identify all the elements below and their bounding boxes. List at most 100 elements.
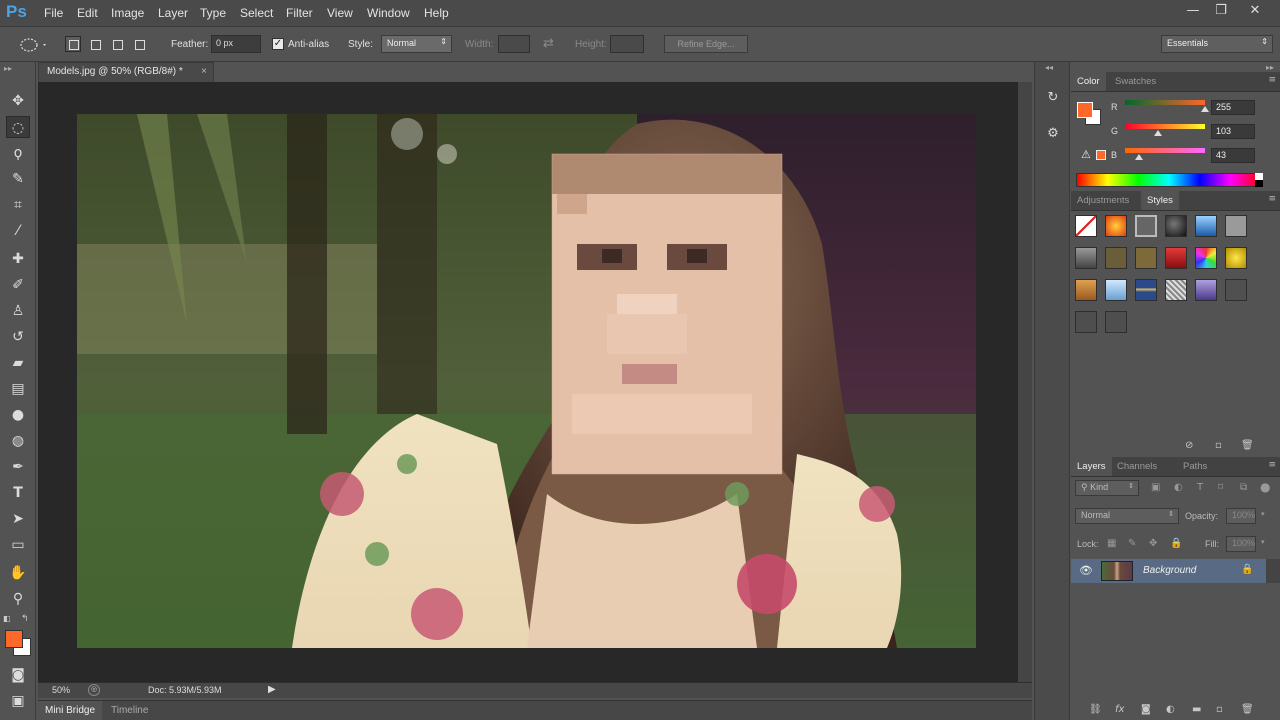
chevron-down-icon[interactable]: ▾: [1261, 538, 1265, 546]
style-select[interactable]: Normal ⇕: [381, 35, 452, 53]
link-layers-icon[interactable]: ⛓: [1089, 704, 1102, 715]
restore-button[interactable]: ❐: [1208, 2, 1234, 20]
collapse-icon[interactable]: ▸▸: [4, 64, 12, 73]
hand-icon[interactable]: ✋: [6, 562, 30, 584]
new-style-icon[interactable]: ▫: [1215, 440, 1222, 451]
menu-help[interactable]: Help: [424, 6, 449, 20]
new-group-icon[interactable]: ▬: [1192, 704, 1201, 715]
style-orange-glow[interactable]: [1105, 215, 1127, 237]
style-sunset[interactable]: [1135, 279, 1157, 301]
menu-layer[interactable]: Layer: [158, 6, 188, 20]
style-rainbow[interactable]: [1195, 247, 1217, 269]
green-value[interactable]: 103: [1211, 124, 1255, 139]
properties-panel-icon[interactable]: ⚙: [1043, 124, 1063, 144]
opacity-input[interactable]: 100%: [1226, 508, 1256, 524]
blend-mode-select[interactable]: Normal ⇕: [1075, 508, 1179, 524]
style-bronze[interactable]: [1135, 247, 1157, 269]
gamut-color-chip[interactable]: [1096, 150, 1106, 160]
tab-channels[interactable]: Channels: [1111, 457, 1163, 476]
filter-type-icon[interactable]: T: [1197, 482, 1203, 493]
layers-scrollbar[interactable]: [1266, 559, 1280, 583]
chevron-down-icon[interactable]: ▾: [1261, 510, 1265, 518]
filter-adjustment-icon[interactable]: ◐: [1174, 482, 1183, 493]
color-spectrum-ramp[interactable]: [1076, 173, 1262, 187]
eyedropper-icon[interactable]: ⁄: [6, 220, 30, 242]
layer-name[interactable]: Background: [1143, 565, 1196, 576]
blur-icon[interactable]: ●: [6, 404, 30, 426]
lock-transparent-icon[interactable]: ▦: [1107, 538, 1116, 549]
foreground-color-swatch[interactable]: [5, 630, 23, 648]
expand-icon[interactable]: ▸▸: [1266, 63, 1274, 72]
intersect-selection-button[interactable]: [131, 36, 147, 52]
close-document-icon[interactable]: ×: [201, 66, 207, 77]
red-slider-thumb[interactable]: [1201, 106, 1209, 112]
refine-edge-button[interactable]: Refine Edge...: [664, 35, 748, 53]
filter-shape-icon[interactable]: ⌑: [1218, 482, 1223, 493]
status-menu-arrow-icon[interactable]: ▶: [268, 684, 276, 695]
style-black-bevel[interactable]: [1165, 215, 1187, 237]
style-red-gel[interactable]: [1165, 247, 1187, 269]
status-info-icon[interactable]: ◎: [88, 684, 100, 696]
style-dark[interactable]: [1225, 279, 1247, 301]
menu-type[interactable]: Type: [200, 6, 226, 20]
antialias-checkbox[interactable]: ✓: [272, 38, 284, 50]
tab-mini-bridge[interactable]: Mini Bridge: [38, 701, 103, 720]
delete-style-icon[interactable]: ⊘: [1185, 440, 1193, 451]
close-button[interactable]: ✕: [1240, 2, 1270, 20]
quick-mask-icon[interactable]: ◙: [6, 664, 30, 686]
filter-pixel-icon[interactable]: ▣: [1151, 482, 1160, 493]
style-gray-gradient[interactable]: [1075, 247, 1097, 269]
document-tab[interactable]: Models.jpg @ 50% (RGB/8#) * ×: [38, 62, 214, 82]
red-slider[interactable]: [1125, 100, 1205, 105]
style-amber[interactable]: [1075, 279, 1097, 301]
tab-layers[interactable]: Layers: [1071, 457, 1112, 476]
tab-swatches[interactable]: Swatches: [1109, 72, 1162, 91]
rectangle-icon[interactable]: ▭: [6, 534, 30, 556]
red-value[interactable]: 255: [1211, 100, 1255, 115]
filter-smart-object-icon[interactable]: ⧉: [1240, 482, 1247, 493]
panel-menu-icon[interactable]: ≡: [1268, 194, 1276, 204]
layer-filter-kind[interactable]: ⚲ Kind ⇕: [1075, 480, 1139, 496]
default-colors-icon[interactable]: ◧: [3, 614, 11, 623]
style-pattern[interactable]: [1165, 279, 1187, 301]
menu-file[interactable]: File: [44, 6, 63, 20]
menu-edit[interactable]: Edit: [77, 6, 98, 20]
menu-filter[interactable]: Filter: [286, 6, 313, 20]
lasso-icon[interactable]: ϙ: [6, 142, 30, 164]
lock-pixels-icon[interactable]: ✎: [1128, 538, 1136, 549]
tab-paths[interactable]: Paths: [1177, 457, 1213, 476]
eraser-icon[interactable]: ▰: [6, 352, 30, 374]
zoom-icon[interactable]: ⚲: [6, 588, 30, 610]
history-panel-icon[interactable]: ↻: [1043, 88, 1063, 108]
style-none[interactable]: [1075, 215, 1097, 237]
clone-stamp-icon[interactable]: ♙: [6, 300, 30, 322]
green-slider-thumb[interactable]: [1154, 130, 1162, 136]
out-of-gamut-warning-icon[interactable]: ⚠: [1081, 148, 1091, 161]
trash-icon[interactable]: 🗑: [1241, 440, 1254, 451]
workspace-select[interactable]: Essentials ⇕: [1161, 35, 1273, 53]
height-input[interactable]: [610, 35, 644, 53]
collapse-icon[interactable]: ◂◂: [1045, 63, 1053, 72]
layer-style-fx-icon[interactable]: fx: [1115, 704, 1124, 715]
style-purple[interactable]: [1195, 279, 1217, 301]
menu-image[interactable]: Image: [111, 6, 144, 20]
tool-preset-picker[interactable]: [18, 35, 48, 55]
quick-selection-icon[interactable]: ✎: [6, 168, 30, 190]
adjustment-layer-icon[interactable]: ◐: [1166, 704, 1175, 715]
add-mask-icon[interactable]: ◙: [1141, 704, 1151, 715]
tab-color[interactable]: Color: [1071, 72, 1106, 91]
path-selection-icon[interactable]: ➤: [6, 508, 30, 530]
fill-input[interactable]: 100%: [1226, 536, 1256, 552]
tab-timeline[interactable]: Timeline: [104, 701, 155, 720]
delete-layer-icon[interactable]: 🗑: [1241, 704, 1254, 715]
visibility-eye-icon[interactable]: 👁: [1079, 564, 1093, 577]
width-input[interactable]: [498, 35, 530, 53]
blue-slider-thumb[interactable]: [1135, 154, 1143, 160]
dodge-icon[interactable]: ◍: [6, 430, 30, 452]
healing-brush-icon[interactable]: ✚: [6, 248, 30, 270]
menu-select[interactable]: Select: [240, 6, 273, 20]
gradient-icon[interactable]: ▤: [6, 378, 30, 400]
style-empty-1[interactable]: [1075, 311, 1097, 333]
vertical-scrollbar[interactable]: [1018, 82, 1032, 682]
menu-window[interactable]: Window: [367, 6, 410, 20]
